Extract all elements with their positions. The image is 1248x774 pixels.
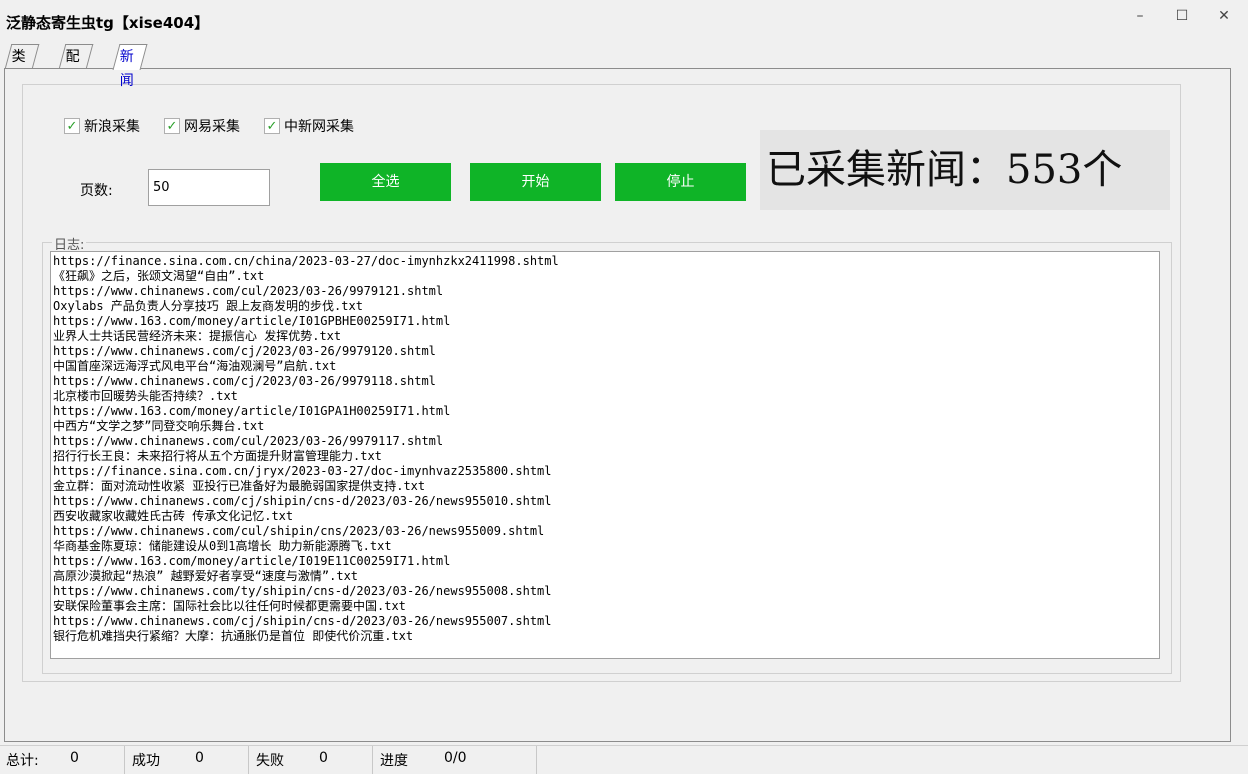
progress-label: 进度 — [380, 753, 408, 769]
tab-news[interactable]: 新闻 — [112, 44, 148, 89]
checkbox-chinanews[interactable]: ✓ 中新网采集 — [264, 116, 354, 136]
success-label: 成功 — [132, 753, 160, 769]
log-line: https://www.chinanews.com/cul/2023/03-26… — [53, 284, 444, 298]
fail-value: 0 — [319, 750, 328, 766]
check-icon: ✓ — [164, 118, 180, 134]
checkbox-netease[interactable]: ✓ 网易采集 — [164, 116, 240, 136]
check-icon: ✓ — [264, 118, 280, 134]
log-line: 银行危机难挡央行紧缩？大摩：抗通胀仍是首位 即使代价沉重.txt — [53, 629, 414, 643]
log-line: 《狂飙》之后，张颂文渴望“自由”.txt — [53, 269, 265, 283]
collected-counter: 已采集新闻：553个 — [760, 130, 1170, 210]
log-line: 中国首座深远海浮式风电平台“海油观澜号”启航.txt — [53, 359, 337, 373]
log-line: 高原沙漠掀起“热浪” 越野爱好者享受“速度与激情”.txt — [53, 569, 359, 583]
log-line: 西安收藏家收藏姓氏古砖 传承文化记忆.txt — [53, 509, 294, 523]
tab-config[interactable]: 配置 — [58, 44, 94, 89]
close-button[interactable]: ✕ — [1204, 4, 1244, 28]
log-line: https://www.chinanews.com/cj/2023/03-26/… — [53, 374, 436, 388]
pages-label: 页数: — [80, 183, 113, 199]
log-line: https://www.chinanews.com/cj/shipin/cns-… — [53, 494, 552, 508]
check-icon: ✓ — [64, 118, 80, 134]
success-value: 0 — [195, 750, 204, 766]
log-line: https://www.chinanews.com/ty/shipin/cns-… — [53, 584, 552, 598]
log-line: https://www.163.com/money/article/I01GPA… — [53, 404, 451, 418]
log-line: https://www.chinanews.com/cj/shipin/cns-… — [53, 614, 552, 628]
log-line: https://finance.sina.com.cn/china/2023-0… — [53, 254, 559, 268]
log-line: https://www.chinanews.com/cj/2023/03-26/… — [53, 344, 436, 358]
log-line: 中西方“文学之梦”同登交响乐舞台.txt — [53, 419, 265, 433]
total-label: 总计: — [6, 753, 39, 769]
log-line: 业界人士共话民营经济未来：提振信心 发挥优势.txt — [53, 329, 342, 343]
status-bar: 总计: 0 成功 0 失败 0 进度 0/0 — [0, 745, 1248, 774]
log-line: https://finance.sina.com.cn/jryx/2023-03… — [53, 464, 552, 478]
checkbox-netease-label: 网易采集 — [184, 119, 240, 135]
minimize-button[interactable]: – — [1120, 4, 1160, 28]
log-line: 金立群：面对流动性收紧 亚投行已准备好为最脆弱国家提供支持.txt — [53, 479, 426, 493]
progress-value: 0/0 — [444, 750, 467, 766]
log-line: 华商基金陈夏琼：储能建设从0到1高增长 助力新能源腾飞.txt — [53, 539, 392, 553]
window-title: 泛静态寄生虫tg【xise404】 — [6, 14, 210, 32]
fail-label: 失败 — [256, 753, 284, 769]
checkbox-chinanews-label: 中新网采集 — [284, 119, 354, 135]
select-all-button[interactable]: 全选 — [320, 163, 451, 201]
log-line: 安联保险董事会主席：国际社会比以往任何时候都更需要中国.txt — [53, 599, 406, 613]
log-line: https://www.163.com/money/article/I01GPB… — [53, 314, 451, 328]
log-line: https://www.163.com/money/article/I019E1… — [53, 554, 451, 568]
checkbox-sina-label: 新浪采集 — [84, 119, 140, 135]
log-textarea[interactable]: https://finance.sina.com.cn/china/2023-0… — [50, 251, 1160, 659]
pages-input[interactable]: 50 — [148, 169, 270, 206]
tab-news-label: 新闻 — [119, 49, 134, 89]
tab-type[interactable]: 类型 — [4, 44, 40, 89]
maximize-button[interactable]: ☐ — [1162, 4, 1202, 28]
total-value: 0 — [70, 750, 79, 766]
log-line: 招行行长王良：未来招行将从五个方面提升财富管理能力.txt — [53, 449, 382, 463]
checkbox-sina[interactable]: ✓ 新浪采集 — [64, 116, 140, 136]
stop-button[interactable]: 停止 — [615, 163, 746, 201]
log-line: https://www.chinanews.com/cul/2023/03-26… — [53, 434, 444, 448]
log-line: 北京楼市回暖势头能否持续？.txt — [53, 389, 238, 403]
start-button[interactable]: 开始 — [470, 163, 601, 201]
log-line: https://www.chinanews.com/cul/shipin/cns… — [53, 524, 545, 538]
log-line: Oxylabs 产品负责人分享技巧 跟上友商发明的步伐.txt — [53, 299, 363, 313]
